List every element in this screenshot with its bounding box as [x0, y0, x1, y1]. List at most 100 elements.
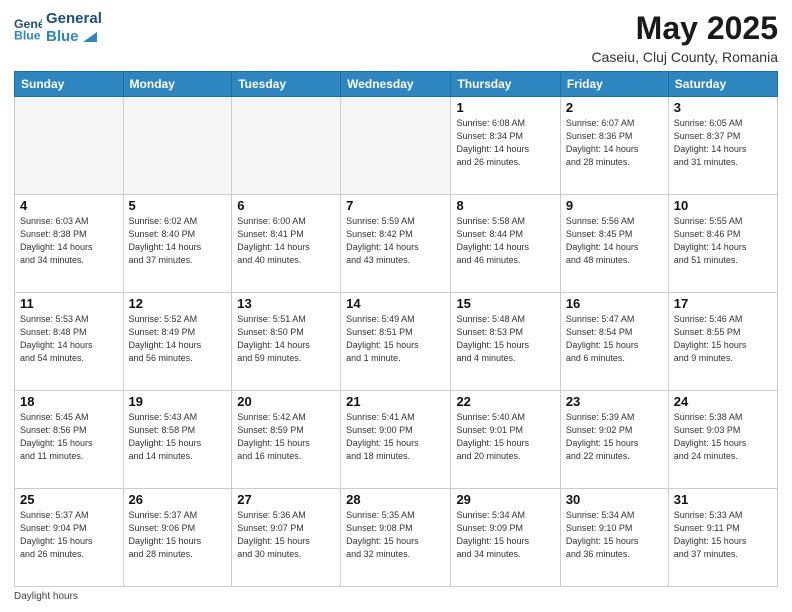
- day-info: Sunrise: 6:00 AM Sunset: 8:41 PM Dayligh…: [237, 215, 335, 267]
- calendar-cell: 7 Sunrise: 5:59 AM Sunset: 8:42 PM Daylig…: [341, 195, 451, 293]
- logo-chevron: [83, 32, 97, 42]
- day-info: Sunrise: 6:08 AM Sunset: 8:34 PM Dayligh…: [456, 117, 554, 169]
- day-info: Sunrise: 5:52 AM Sunset: 8:49 PM Dayligh…: [129, 313, 227, 365]
- week-row-4: 18 Sunrise: 5:45 AM Sunset: 8:56 PM Dayli…: [15, 391, 778, 489]
- day-info: Sunrise: 5:55 AM Sunset: 8:46 PM Dayligh…: [674, 215, 772, 267]
- day-info: Sunrise: 5:41 AM Sunset: 9:00 PM Dayligh…: [346, 411, 445, 463]
- calendar-cell: [232, 97, 341, 195]
- day-number: 9: [566, 198, 663, 213]
- day-number: 30: [566, 492, 663, 507]
- calendar-cell: 31 Sunrise: 5:33 AM Sunset: 9:11 PM Dayli…: [668, 489, 777, 587]
- logo: General Blue General Blue: [14, 10, 102, 46]
- day-info: Sunrise: 5:58 AM Sunset: 8:44 PM Dayligh…: [456, 215, 554, 267]
- calendar-cell: 8 Sunrise: 5:58 AM Sunset: 8:44 PM Daylig…: [451, 195, 560, 293]
- day-info: Sunrise: 5:45 AM Sunset: 8:56 PM Dayligh…: [20, 411, 118, 463]
- calendar-cell: 15Sunrise: 5:48 AM Sunset: 8:53 PM Dayli…: [451, 293, 560, 391]
- logo-blue: Blue: [46, 28, 102, 46]
- calendar-cell: 28 Sunrise: 5:35 AM Sunset: 9:08 PM Dayli…: [341, 489, 451, 587]
- day-info: Sunrise: 6:02 AM Sunset: 8:40 PM Dayligh…: [129, 215, 227, 267]
- calendar-cell: 29 Sunrise: 5:34 AM Sunset: 9:09 PM Dayli…: [451, 489, 560, 587]
- calendar-cell: [123, 97, 232, 195]
- calendar-cell: [341, 97, 451, 195]
- day-number: 12: [129, 296, 227, 311]
- calendar-cell: 26 Sunrise: 5:37 AM Sunset: 9:06 PM Dayli…: [123, 489, 232, 587]
- day-number: 28: [346, 492, 445, 507]
- day-info: Sunrise: 5:34 AM Sunset: 9:10 PM Dayligh…: [566, 509, 663, 561]
- weekday-header-row: SundayMondayTuesdayWednesdayThursdayFrid…: [15, 72, 778, 97]
- calendar-cell: 12 Sunrise: 5:52 AM Sunset: 8:49 PM Dayli…: [123, 293, 232, 391]
- day-number: 14: [346, 296, 445, 311]
- day-info: Sunrise: 5:56 AM Sunset: 8:45 PM Dayligh…: [566, 215, 663, 267]
- calendar-cell: 16Sunrise: 5:47 AM Sunset: 8:54 PM Dayli…: [560, 293, 668, 391]
- calendar-cell: 17 Sunrise: 5:46 AM Sunset: 8:55 PM Dayli…: [668, 293, 777, 391]
- weekday-friday: Friday: [560, 72, 668, 97]
- day-info: Sunrise: 6:03 AM Sunset: 8:38 PM Dayligh…: [20, 215, 118, 267]
- day-number: 31: [674, 492, 772, 507]
- calendar-cell: 2 Sunrise: 6:07 AM Sunset: 8:36 PM Daylig…: [560, 97, 668, 195]
- calendar-cell: 27Sunrise: 5:36 AM Sunset: 9:07 PM Dayli…: [232, 489, 341, 587]
- day-info: Sunrise: 5:47 AM Sunset: 8:54 PM Dayligh…: [566, 313, 663, 365]
- day-number: 23: [566, 394, 663, 409]
- calendar-cell: 13Sunrise: 5:51 AM Sunset: 8:50 PM Dayli…: [232, 293, 341, 391]
- day-number: 2: [566, 100, 663, 115]
- day-info: Sunrise: 5:40 AM Sunset: 9:01 PM Dayligh…: [456, 411, 554, 463]
- day-info: Sunrise: 6:07 AM Sunset: 8:36 PM Dayligh…: [566, 117, 663, 169]
- day-number: 26: [129, 492, 227, 507]
- day-info: Sunrise: 5:53 AM Sunset: 8:48 PM Dayligh…: [20, 313, 118, 365]
- day-number: 5: [129, 198, 227, 213]
- day-number: 6: [237, 198, 335, 213]
- day-info: Sunrise: 5:37 AM Sunset: 9:06 PM Dayligh…: [129, 509, 227, 561]
- day-number: 27: [237, 492, 335, 507]
- day-number: 8: [456, 198, 554, 213]
- day-number: 19: [129, 394, 227, 409]
- day-number: 21: [346, 394, 445, 409]
- logo-icon: General Blue: [14, 14, 42, 42]
- day-info: Sunrise: 5:34 AM Sunset: 9:09 PM Dayligh…: [456, 509, 554, 561]
- calendar-cell: 22 Sunrise: 5:40 AM Sunset: 9:01 PM Dayli…: [451, 391, 560, 489]
- calendar-cell: 19Sunrise: 5:43 AM Sunset: 8:58 PM Dayli…: [123, 391, 232, 489]
- day-info: Sunrise: 5:46 AM Sunset: 8:55 PM Dayligh…: [674, 313, 772, 365]
- svg-text:Blue: Blue: [14, 28, 41, 42]
- weekday-wednesday: Wednesday: [341, 72, 451, 97]
- weekday-monday: Monday: [123, 72, 232, 97]
- logo-general: General: [46, 10, 102, 28]
- calendar-cell: 3 Sunrise: 6:05 AM Sunset: 8:37 PM Daylig…: [668, 97, 777, 195]
- day-info: Sunrise: 6:05 AM Sunset: 8:37 PM Dayligh…: [674, 117, 772, 169]
- day-info: Sunrise: 5:48 AM Sunset: 8:53 PM Dayligh…: [456, 313, 554, 365]
- footer-note-text: Daylight hours: [14, 591, 78, 602]
- location-title: Caseiu, Cluj County, Romania: [592, 49, 779, 65]
- calendar-page: General Blue General Blue May 2025 Casei…: [0, 0, 792, 612]
- day-number: 17: [674, 296, 772, 311]
- calendar-cell: 9 Sunrise: 5:56 AM Sunset: 8:45 PM Daylig…: [560, 195, 668, 293]
- day-number: 3: [674, 100, 772, 115]
- day-info: Sunrise: 5:42 AM Sunset: 8:59 PM Dayligh…: [237, 411, 335, 463]
- day-info: Sunrise: 5:49 AM Sunset: 8:51 PM Dayligh…: [346, 313, 445, 365]
- day-number: 25: [20, 492, 118, 507]
- week-row-1: 1Sunrise: 6:08 AM Sunset: 8:34 PM Daylig…: [15, 97, 778, 195]
- month-title: May 2025: [592, 10, 779, 47]
- day-number: 29: [456, 492, 554, 507]
- header: General Blue General Blue May 2025 Casei…: [14, 10, 778, 65]
- day-info: Sunrise: 5:33 AM Sunset: 9:11 PM Dayligh…: [674, 509, 772, 561]
- day-info: Sunrise: 5:39 AM Sunset: 9:02 PM Dayligh…: [566, 411, 663, 463]
- day-number: 11: [20, 296, 118, 311]
- day-number: 24: [674, 394, 772, 409]
- weekday-tuesday: Tuesday: [232, 72, 341, 97]
- weekday-sunday: Sunday: [15, 72, 124, 97]
- calendar-cell: 10 Sunrise: 5:55 AM Sunset: 8:46 PM Dayli…: [668, 195, 777, 293]
- day-info: Sunrise: 5:35 AM Sunset: 9:08 PM Dayligh…: [346, 509, 445, 561]
- day-number: 22: [456, 394, 554, 409]
- calendar-cell: 30 Sunrise: 5:34 AM Sunset: 9:10 PM Dayli…: [560, 489, 668, 587]
- calendar-cell: 24Sunrise: 5:38 AM Sunset: 9:03 PM Dayli…: [668, 391, 777, 489]
- day-number: 18: [20, 394, 118, 409]
- day-info: Sunrise: 5:37 AM Sunset: 9:04 PM Dayligh…: [20, 509, 118, 561]
- weekday-thursday: Thursday: [451, 72, 560, 97]
- week-row-5: 25 Sunrise: 5:37 AM Sunset: 9:04 PM Dayli…: [15, 489, 778, 587]
- day-number: 7: [346, 198, 445, 213]
- calendar-cell: 18 Sunrise: 5:45 AM Sunset: 8:56 PM Dayli…: [15, 391, 124, 489]
- day-number: 10: [674, 198, 772, 213]
- day-info: Sunrise: 5:59 AM Sunset: 8:42 PM Dayligh…: [346, 215, 445, 267]
- day-number: 13: [237, 296, 335, 311]
- week-row-3: 11 Sunrise: 5:53 AM Sunset: 8:48 PM Dayli…: [15, 293, 778, 391]
- title-block: May 2025 Caseiu, Cluj County, Romania: [592, 10, 779, 65]
